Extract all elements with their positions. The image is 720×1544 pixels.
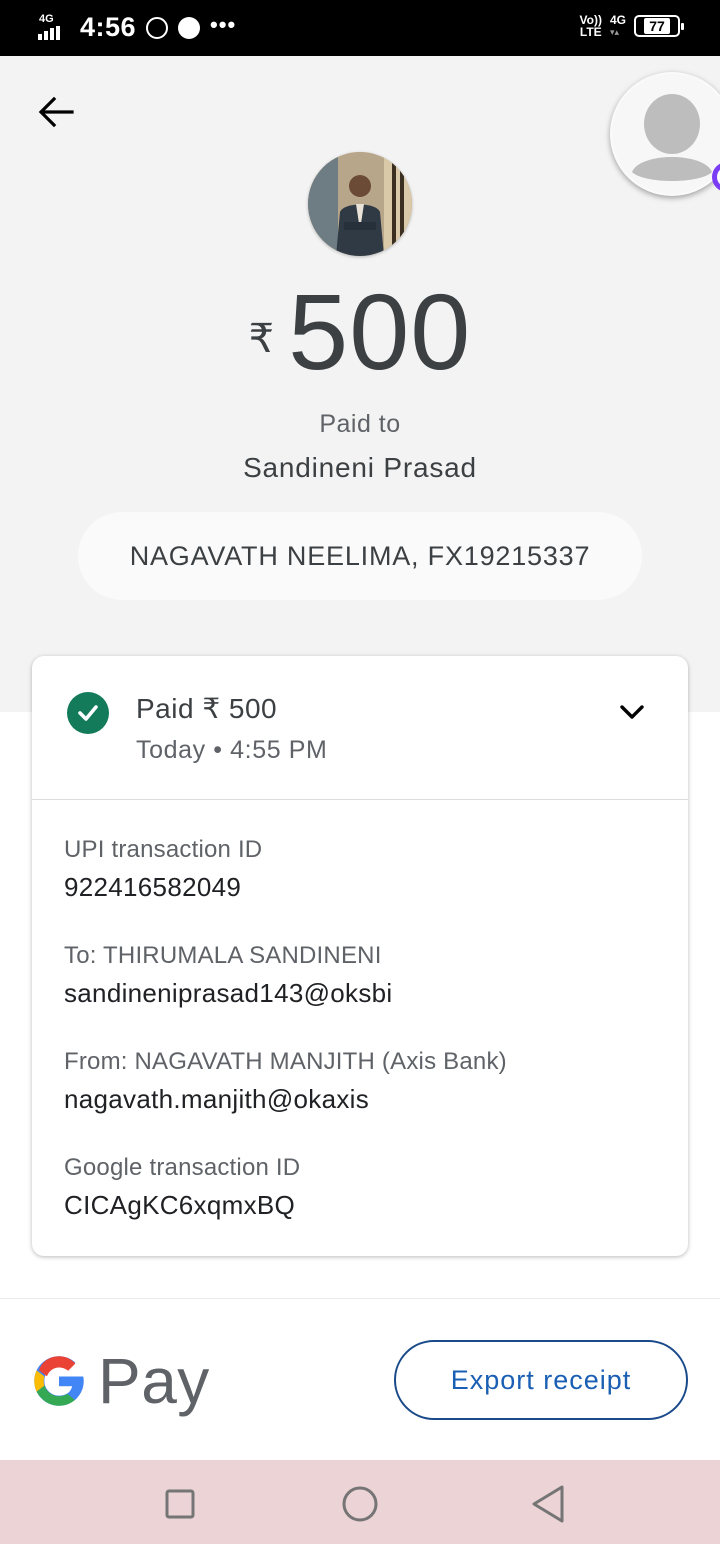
detail-from: From: NAGAVATH MANJITH (Axis Bank) nagav… xyxy=(64,1048,664,1154)
detail-label: To: THIRUMALA SANDINENI xyxy=(64,942,382,969)
mobile-data-icon: 4G ▾▴ xyxy=(609,13,626,37)
circle-icon xyxy=(342,1486,378,1522)
network-type-label: 4G xyxy=(39,12,54,25)
battery-icon: 77 xyxy=(634,15,684,37)
person-silhouette-icon xyxy=(612,74,720,194)
back-nav-button[interactable] xyxy=(526,1482,570,1526)
volte-icon: Vo)) LTE xyxy=(579,13,602,39)
payment-header: ₹ 500 Paid to Sandineni Prasad NAGAVATH … xyxy=(0,56,720,712)
check-circle-icon xyxy=(67,692,109,734)
status-time: Today • 4:55 PM xyxy=(136,736,328,764)
google-g-icon xyxy=(34,1356,84,1406)
recents-button[interactable] xyxy=(158,1482,202,1526)
detail-value: 922416582049 xyxy=(64,872,242,902)
back-button[interactable] xyxy=(28,92,84,132)
battery-level: 77 xyxy=(644,18,670,34)
transaction-status-row[interactable]: Paid ₹ 500 Today • 4:55 PM xyxy=(32,656,688,800)
detail-value: sandineniprasad143@oksbi xyxy=(64,978,393,1008)
footer-divider xyxy=(0,1298,720,1299)
square-icon xyxy=(165,1489,195,1519)
status-bar-right: Vo)) LTE 4G ▾▴ 77 xyxy=(579,13,684,39)
speedometer-icon xyxy=(178,16,201,39)
detail-to: To: THIRUMALA SANDINENI sandineniprasad1… xyxy=(64,942,664,1048)
recipient-photo-image xyxy=(308,152,412,256)
detail-label: Google transaction ID xyxy=(64,1154,301,1181)
recipient-avatar xyxy=(308,152,412,256)
paid-to-label: Paid to xyxy=(319,410,401,438)
status-bar: 4G 4:56 ••• Vo)) LTE 4G ▾▴ 77 xyxy=(0,0,720,56)
whatsapp-icon xyxy=(146,16,169,39)
detail-label: UPI transaction ID xyxy=(64,836,263,863)
export-receipt-button[interactable]: Export receipt xyxy=(394,1340,688,1420)
payee-name: Sandineni Prasad xyxy=(243,452,477,483)
detail-label: From: NAGAVATH MANJITH (Axis Bank) xyxy=(64,1048,507,1075)
brand-text: Pay xyxy=(98,1345,210,1417)
payment-amount: ₹ 500 xyxy=(0,274,720,390)
status-bar-left: 4G 4:56 ••• xyxy=(38,12,236,43)
arrow-back-icon xyxy=(38,96,74,128)
status-time: 4:56 xyxy=(80,12,137,42)
transaction-details-card: Paid ₹ 500 Today • 4:55 PM UPI transacti… xyxy=(32,656,688,1256)
system-nav-bar xyxy=(0,1460,720,1544)
payment-note: NAGAVATH NEELIMA, FX19215337 xyxy=(78,512,642,600)
account-avatar-button[interactable] xyxy=(610,72,720,196)
detail-upi-transaction-id: UPI transaction ID 922416582049 xyxy=(64,836,664,942)
amount-value: 500 xyxy=(288,271,472,392)
google-pay-logo: Pay xyxy=(32,1344,210,1418)
chevron-down-icon[interactable] xyxy=(612,696,652,728)
currency-symbol: ₹ xyxy=(248,317,275,361)
status-title: Paid ₹ 500 xyxy=(136,693,278,724)
detail-value: nagavath.manjith@okaxis xyxy=(64,1084,370,1114)
detail-google-transaction-id: Google transaction ID CICAgKC6xqmxBQ xyxy=(64,1154,664,1260)
signal-icon: 4G xyxy=(38,12,70,42)
home-button[interactable] xyxy=(338,1482,382,1526)
triangle-back-icon xyxy=(532,1485,564,1523)
detail-value: CICAgKC6xqmxBQ xyxy=(64,1190,296,1220)
transaction-details: UPI transaction ID 922416582049 To: THIR… xyxy=(64,836,664,1260)
more-notifications-icon: ••• xyxy=(210,11,237,37)
